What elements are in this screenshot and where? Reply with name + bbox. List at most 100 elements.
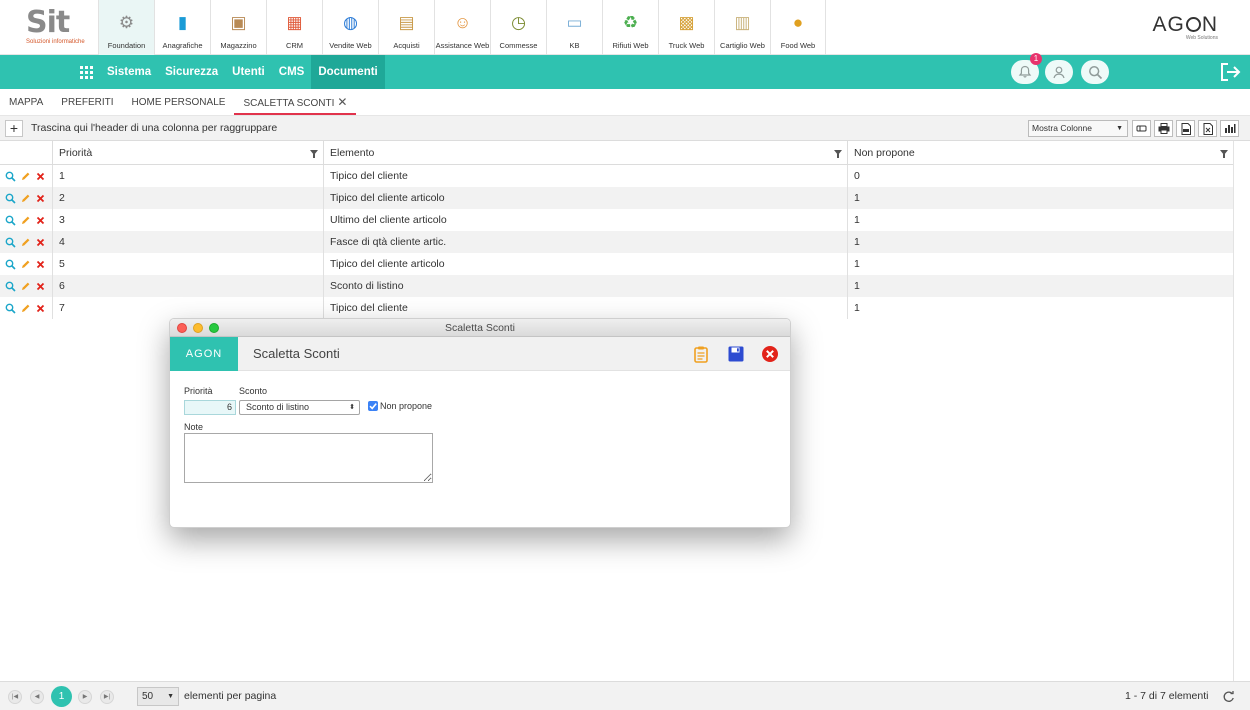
module-kb[interactable]: ▭ KB xyxy=(546,0,602,55)
view-icon[interactable] xyxy=(5,171,16,182)
view-icon[interactable] xyxy=(5,193,16,204)
edit-icon[interactable] xyxy=(20,259,31,270)
next-page-button[interactable]: ▶ xyxy=(78,690,92,704)
table-row[interactable]: 1 Tipico del cliente 0 xyxy=(0,165,1233,187)
table-row[interactable]: 6 Sconto di listino 1 xyxy=(0,275,1233,297)
module-crm[interactable]: ▦ CRM xyxy=(266,0,322,55)
filter-icon[interactable] xyxy=(310,150,318,158)
dialog-heading: Scaletta Sconti xyxy=(253,346,340,361)
excel-file-icon xyxy=(1203,122,1213,135)
priorita-input[interactable]: 6 xyxy=(184,400,236,415)
tab-preferiti[interactable]: PREFERITI xyxy=(52,89,122,115)
table-row[interactable]: 4 Fasce di qtà cliente artic. 1 xyxy=(0,231,1233,253)
nav-item-documenti[interactable]: Documenti xyxy=(311,55,385,89)
close-icon[interactable] xyxy=(761,345,779,363)
nav-item-sistema[interactable]: Sistema xyxy=(100,55,158,89)
table-cell: Tipico del cliente xyxy=(323,297,847,319)
delete-icon[interactable] xyxy=(35,281,46,292)
save-icon[interactable] xyxy=(727,345,745,363)
fruit-icon: ● xyxy=(792,12,804,32)
module-vendite-web[interactable]: ◍ Vendite Web xyxy=(322,0,378,55)
delete-icon[interactable] xyxy=(35,215,46,226)
edit-icon[interactable] xyxy=(20,215,31,226)
view-icon[interactable] xyxy=(5,303,16,314)
clear-filters-button[interactable] xyxy=(1132,120,1151,137)
module-magazzino[interactable]: ▣ Magazzino xyxy=(210,0,266,55)
delete-icon[interactable] xyxy=(35,171,46,182)
module-food-web[interactable]: ● Food Web xyxy=(770,0,826,55)
tab-scaletta-sconti[interactable]: SCALETTA SCONTI ✕ xyxy=(234,89,357,115)
sit-logo[interactable]: Sit Soluzioni informatiche xyxy=(26,8,86,50)
search-button[interactable] xyxy=(1081,60,1109,84)
export-pdf-button[interactable] xyxy=(1176,120,1195,137)
view-icon[interactable] xyxy=(5,215,16,226)
module-foundation[interactable]: ⚙ Foundation xyxy=(98,0,154,55)
user-profile-button[interactable] xyxy=(1045,60,1073,84)
sconto-select[interactable]: Sconto di listino ⬍ xyxy=(239,400,360,415)
tab-home-personale[interactable]: HOME PERSONALE xyxy=(123,89,235,115)
table-row[interactable]: 7 Tipico del cliente 1 xyxy=(0,297,1233,319)
module-commesse[interactable]: ◷ Commesse xyxy=(490,0,546,55)
edit-icon[interactable] xyxy=(20,237,31,248)
module-acquisti[interactable]: ▤ Acquisti xyxy=(378,0,434,55)
delete-icon[interactable] xyxy=(35,259,46,270)
delete-icon[interactable] xyxy=(35,303,46,314)
table-cell: 1 xyxy=(847,231,1233,253)
search-icon xyxy=(1088,65,1102,79)
delete-icon[interactable] xyxy=(35,193,46,204)
nav-item-cms[interactable]: CMS xyxy=(272,55,312,89)
non-propone-checkbox[interactable] xyxy=(368,401,378,411)
note-textarea[interactable] xyxy=(184,433,433,483)
nav-menu: Sistema Sicurezza Utenti CMS Documenti xyxy=(100,55,385,89)
view-icon[interactable] xyxy=(5,281,16,292)
refresh-icon[interactable] xyxy=(1222,690,1235,703)
table-cell: 6 xyxy=(52,275,323,297)
clipboard-icon[interactable] xyxy=(692,345,710,363)
module-truck-web[interactable]: ▩ Truck Web xyxy=(658,0,714,55)
table-cell: 1 xyxy=(847,209,1233,231)
note-label: Note xyxy=(184,422,204,432)
delete-icon[interactable] xyxy=(35,237,46,248)
module-rifiuti-web[interactable]: ♻ Rifiuti Web xyxy=(602,0,658,55)
module-cartiglio-web[interactable]: ▥ Cartiglio Web xyxy=(714,0,770,55)
view-icon[interactable] xyxy=(5,259,16,270)
module-anagrafiche[interactable]: ▮ Anagrafiche xyxy=(154,0,210,55)
export-excel-button[interactable] xyxy=(1198,120,1217,137)
table-row[interactable]: 2 Tipico del cliente articolo 1 xyxy=(0,187,1233,209)
group-drop-hint: Trascina qui l'header di una colonna per… xyxy=(31,122,278,134)
box-icon: ▣ xyxy=(230,12,247,32)
add-group-button[interactable]: + xyxy=(5,120,23,137)
view-icon[interactable] xyxy=(5,237,16,248)
table-row[interactable]: 3 Ultimo del cliente articolo 1 xyxy=(0,209,1233,231)
last-page-button[interactable]: ▶| xyxy=(100,690,114,704)
module-assistance-web[interactable]: ☺ Assistance Web xyxy=(434,0,490,55)
show-columns-select[interactable]: Mostra Colonne ▼ xyxy=(1028,120,1128,137)
column-header[interactable]: Elemento xyxy=(323,141,847,165)
filter-icon[interactable] xyxy=(1220,150,1228,158)
dialog-titlebar[interactable]: Scaletta Sconti xyxy=(170,319,790,337)
screen-icon: ▭ xyxy=(566,12,583,32)
edit-icon[interactable] xyxy=(20,281,31,292)
apps-grid-icon[interactable] xyxy=(80,66,93,79)
edit-icon[interactable] xyxy=(20,193,31,204)
edit-icon[interactable] xyxy=(20,171,31,182)
eraser-icon xyxy=(1136,125,1147,132)
filter-icon[interactable] xyxy=(834,150,842,158)
calendar-icon: ▦ xyxy=(286,12,303,32)
column-header[interactable]: Non propone xyxy=(847,141,1233,165)
print-button[interactable] xyxy=(1154,120,1173,137)
tab-mappa[interactable]: MAPPA xyxy=(0,89,52,115)
chart-button[interactable] xyxy=(1220,120,1239,137)
current-page-button[interactable]: 1 xyxy=(51,686,72,707)
nav-item-utenti[interactable]: Utenti xyxy=(225,55,272,89)
column-header[interactable]: Priorità xyxy=(52,141,323,165)
prev-page-button[interactable]: ◀ xyxy=(30,690,44,704)
first-page-button[interactable]: |◀ xyxy=(8,690,22,704)
nav-item-sicurezza[interactable]: Sicurezza xyxy=(158,55,225,89)
page-size-select[interactable]: 50 ▼ xyxy=(137,687,179,706)
logout-icon[interactable] xyxy=(1219,62,1241,82)
vertical-scrollbar[interactable] xyxy=(1233,141,1250,681)
tab-close-icon[interactable]: ✕ xyxy=(337,95,347,109)
table-row[interactable]: 5 Tipico del cliente articolo 1 xyxy=(0,253,1233,275)
edit-icon[interactable] xyxy=(20,303,31,314)
